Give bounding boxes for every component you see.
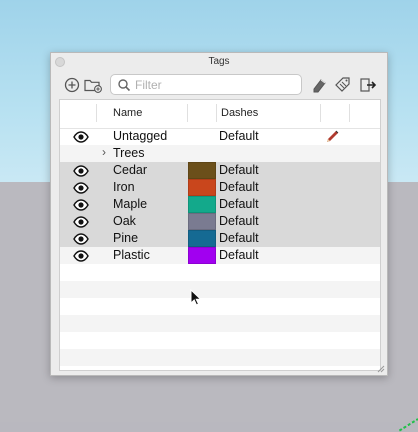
dashes-value[interactable]: Default bbox=[219, 163, 259, 177]
visibility-eye-icon[interactable] bbox=[73, 215, 89, 228]
tag-row-cedar[interactable]: Cedar Default bbox=[60, 162, 380, 179]
column-separator bbox=[216, 104, 217, 122]
visibility-eye-icon[interactable] bbox=[73, 164, 89, 177]
mouse-cursor-icon bbox=[190, 289, 202, 306]
tag-row-iron[interactable]: Iron Default bbox=[60, 179, 380, 196]
title-bar[interactable]: Tags bbox=[51, 53, 387, 71]
tag-row-pine[interactable]: Pine Default bbox=[60, 230, 380, 247]
tag-row-plastic[interactable]: Plastic Default bbox=[60, 247, 380, 264]
empty-row bbox=[60, 332, 380, 349]
tag-name: Untagged bbox=[113, 129, 168, 143]
tag-name: Oak bbox=[113, 214, 136, 228]
column-separator bbox=[349, 104, 350, 122]
dashes-value[interactable]: Default bbox=[219, 231, 259, 245]
window-title: Tags bbox=[208, 56, 230, 67]
column-separator bbox=[187, 104, 188, 122]
color-swatch[interactable] bbox=[188, 230, 216, 247]
color-swatch[interactable] bbox=[188, 196, 216, 213]
tags-table: Name Dashes Untagged Default › Trees Cedar De… bbox=[59, 99, 381, 371]
tag-name: Trees bbox=[113, 146, 145, 160]
column-separator bbox=[320, 104, 321, 122]
color-swatch[interactable] bbox=[188, 247, 216, 264]
column-separator bbox=[96, 104, 97, 122]
visibility-eye-icon[interactable] bbox=[73, 181, 89, 194]
dashes-value[interactable]: Default bbox=[219, 129, 259, 143]
color-swatch[interactable] bbox=[188, 162, 216, 179]
resize-grip-icon[interactable] bbox=[376, 364, 385, 373]
color-swatch[interactable] bbox=[188, 213, 216, 230]
search-input[interactable] bbox=[135, 77, 295, 92]
tag-row-oak[interactable]: Oak Default bbox=[60, 213, 380, 230]
visibility-eye-icon[interactable] bbox=[73, 198, 89, 211]
tags-panel: Tags Name Dashes bbox=[50, 52, 388, 376]
dashes-value[interactable]: Default bbox=[219, 248, 259, 262]
empty-row bbox=[60, 315, 380, 332]
dashes-value[interactable]: Default bbox=[219, 197, 259, 211]
tag-name: Maple bbox=[113, 197, 148, 211]
visibility-eye-icon[interactable] bbox=[73, 249, 89, 262]
visibility-eye-icon[interactable] bbox=[73, 232, 89, 245]
tag-name: Cedar bbox=[113, 163, 148, 177]
table-header: Name Dashes bbox=[60, 100, 380, 129]
tag-row-trees[interactable]: › Trees bbox=[60, 145, 380, 162]
empty-row bbox=[60, 298, 380, 315]
dashes-value[interactable]: Default bbox=[219, 180, 259, 194]
empty-row bbox=[60, 281, 380, 298]
column-header-dashes[interactable]: Dashes bbox=[221, 107, 258, 119]
visibility-eye-icon[interactable] bbox=[73, 130, 89, 143]
color-swatch[interactable] bbox=[188, 179, 216, 196]
tag-row-untagged[interactable]: Untagged Default bbox=[60, 128, 380, 145]
empty-row bbox=[60, 264, 380, 281]
export-icon[interactable] bbox=[358, 75, 378, 95]
tag-tool-icon[interactable] bbox=[334, 75, 354, 95]
tag-name: Iron bbox=[113, 180, 135, 194]
column-header-name[interactable]: Name bbox=[113, 107, 142, 119]
search-icon bbox=[118, 79, 131, 92]
active-tag-pencil-icon[interactable] bbox=[324, 129, 340, 145]
tag-name: Pine bbox=[113, 231, 139, 245]
add-folder-icon[interactable] bbox=[83, 75, 103, 95]
empty-row bbox=[60, 349, 380, 366]
dashes-value[interactable]: Default bbox=[219, 214, 259, 228]
search-field[interactable] bbox=[110, 74, 302, 95]
tag-row-maple[interactable]: Maple Default bbox=[60, 196, 380, 213]
details-icon[interactable] bbox=[310, 75, 330, 95]
add-tag-icon[interactable] bbox=[62, 75, 82, 95]
folder-chevron-icon[interactable]: › bbox=[102, 145, 106, 159]
tag-name: Plastic bbox=[113, 248, 150, 262]
